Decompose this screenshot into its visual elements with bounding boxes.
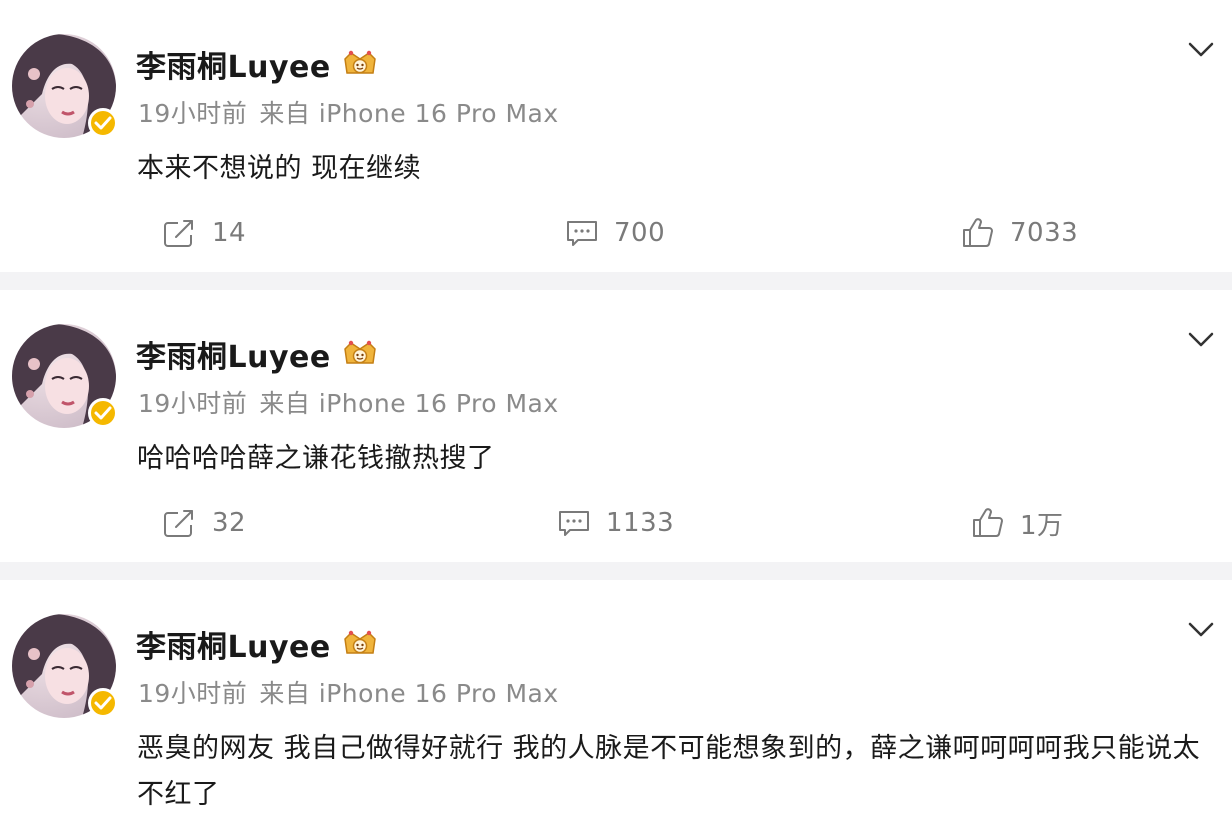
like-button[interactable]: 7033 bbox=[960, 205, 1078, 261]
action-bar: 32 1133 1万 bbox=[0, 495, 1232, 551]
chevron-down-icon[interactable] bbox=[1186, 618, 1216, 642]
username[interactable]: 李雨桐Luyee bbox=[136, 332, 331, 376]
post-meta: 19小时前 来自 iPhone 16 Pro Max bbox=[138, 384, 559, 420]
post-card: 李雨桐Luyee 19小时前 来自 iPhone 16 Pro Max 恶臭的网友… bbox=[0, 580, 1232, 836]
repost-icon bbox=[164, 510, 193, 537]
thumbs-up-icon bbox=[963, 218, 993, 247]
like-button[interactable]: 1万 bbox=[970, 495, 1064, 551]
avatar[interactable] bbox=[12, 614, 118, 718]
verified-badge-icon bbox=[88, 398, 118, 428]
crown-badge-icon bbox=[343, 340, 376, 364]
repost-button[interactable]: 32 bbox=[162, 495, 246, 551]
like-count: 1万 bbox=[1020, 510, 1064, 541]
username[interactable]: 李雨桐Luyee bbox=[136, 42, 331, 86]
repost-count: 14 bbox=[212, 218, 247, 248]
weibo-feed: 李雨桐Luyee 19小时前 来自 iPhone 16 Pro Max 本来不想说… bbox=[0, 0, 1232, 836]
comment-icon bbox=[559, 511, 589, 536]
crown-badge-icon bbox=[343, 630, 376, 654]
post-source: 来自 iPhone 16 Pro Max bbox=[259, 99, 559, 128]
username-row: 李雨桐Luyee bbox=[136, 330, 379, 378]
post-time: 19小时前 bbox=[138, 389, 248, 418]
post-content: 恶臭的网友 我自己做得好就行 我的人脉是不可能想象到的，薛之谦呵呵呵呵我只能说太… bbox=[137, 733, 1201, 810]
crown-badge-icon bbox=[343, 50, 376, 74]
chevron-down-icon[interactable] bbox=[1186, 38, 1216, 62]
comment-button[interactable]: 1133 bbox=[556, 495, 674, 551]
action-bar: 14 700 7033 bbox=[0, 205, 1232, 261]
post-content: 哈哈哈哈薛之谦花钱撤热搜了 bbox=[137, 443, 495, 474]
username-row: 李雨桐Luyee bbox=[136, 620, 379, 668]
avatar[interactable] bbox=[12, 34, 118, 138]
verified-badge-icon bbox=[88, 108, 118, 138]
verified-badge-icon bbox=[88, 688, 118, 718]
avatar[interactable] bbox=[12, 324, 118, 428]
post-meta: 19小时前 来自 iPhone 16 Pro Max bbox=[138, 94, 559, 130]
post-source: 来自 iPhone 16 Pro Max bbox=[259, 679, 559, 708]
username-row: 李雨桐Luyee bbox=[136, 40, 379, 88]
username[interactable]: 李雨桐Luyee bbox=[136, 622, 331, 666]
comment-button[interactable]: 700 bbox=[564, 205, 665, 261]
repost-button[interactable]: 14 bbox=[162, 205, 246, 261]
post-time: 19小时前 bbox=[138, 679, 248, 708]
post-content: 本来不想说的 现在继续 bbox=[137, 153, 422, 184]
comment-count: 700 bbox=[614, 218, 666, 248]
comment-icon bbox=[567, 221, 597, 246]
post-meta: 19小时前 来自 iPhone 16 Pro Max bbox=[138, 674, 559, 710]
repost-count: 32 bbox=[212, 508, 247, 538]
post-source: 来自 iPhone 16 Pro Max bbox=[259, 389, 559, 418]
comment-count: 1133 bbox=[606, 508, 675, 538]
thumbs-up-icon bbox=[973, 508, 1003, 537]
repost-icon bbox=[164, 220, 193, 247]
post-card: 李雨桐Luyee 19小时前 来自 iPhone 16 Pro Max 本来不想说… bbox=[0, 0, 1232, 272]
post-time: 19小时前 bbox=[138, 99, 248, 128]
chevron-down-icon[interactable] bbox=[1186, 328, 1216, 352]
post-card: 李雨桐Luyee 19小时前 来自 iPhone 16 Pro Max 哈哈哈哈薛… bbox=[0, 290, 1232, 562]
like-count: 7033 bbox=[1010, 218, 1079, 248]
